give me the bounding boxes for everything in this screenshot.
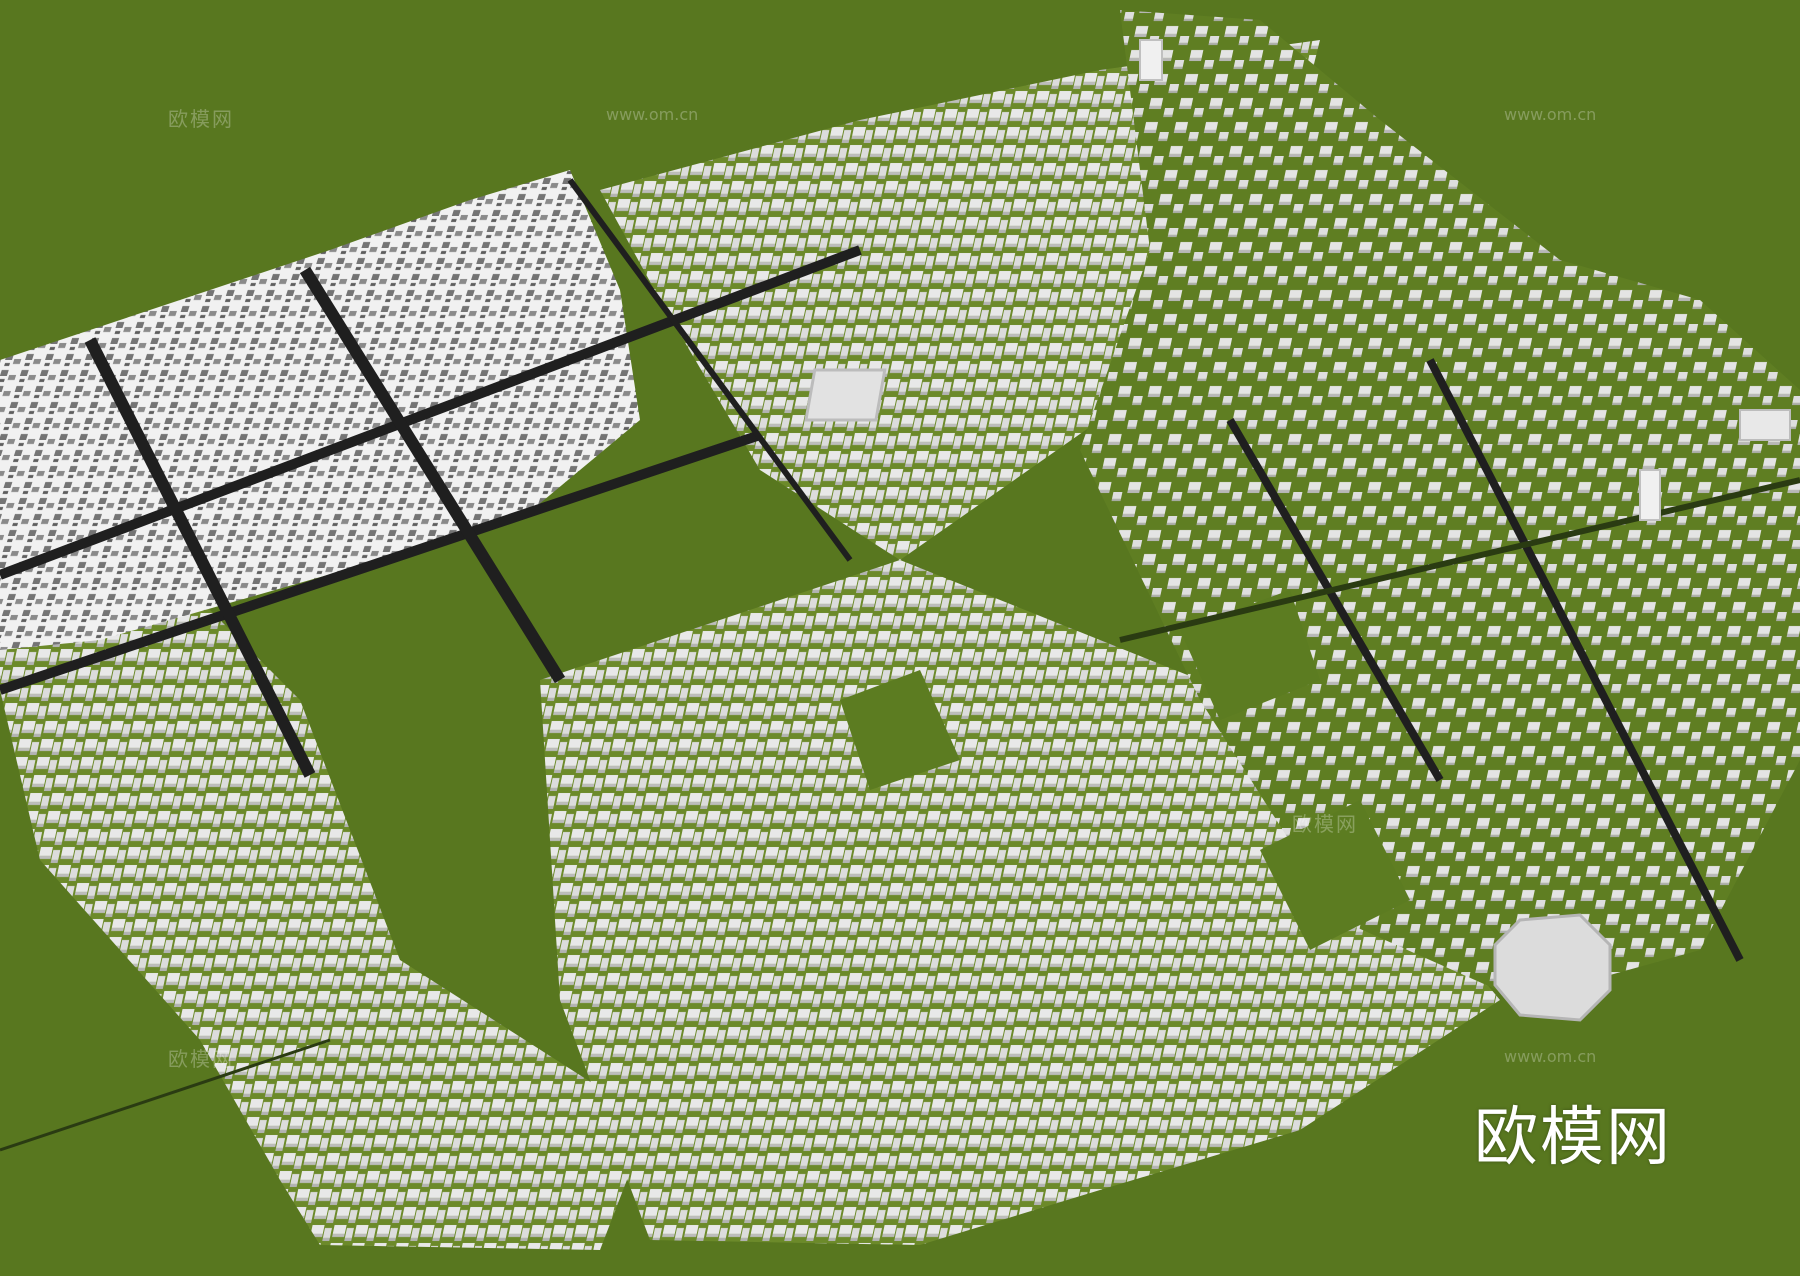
watermark-brand: 欧模网 [168, 1047, 234, 1071]
watermark-url: www.om.cn [606, 105, 699, 124]
stadium-building [1493, 913, 1612, 1022]
large-roof-building [1739, 409, 1791, 441]
watermark-brand: 欧模网 [1292, 812, 1358, 836]
tower-block [1139, 39, 1163, 81]
watermark-url: www.om.cn [1504, 1047, 1597, 1066]
city-model-render [0, 0, 1800, 1276]
watermark-url: www.om.cn [1504, 105, 1597, 124]
watermark-brand: 欧模网 [168, 107, 234, 131]
brand-watermark-large: 欧模网 [1474, 1101, 1672, 1175]
square-plaza-building [804, 368, 887, 422]
tower-block [1639, 469, 1661, 521]
